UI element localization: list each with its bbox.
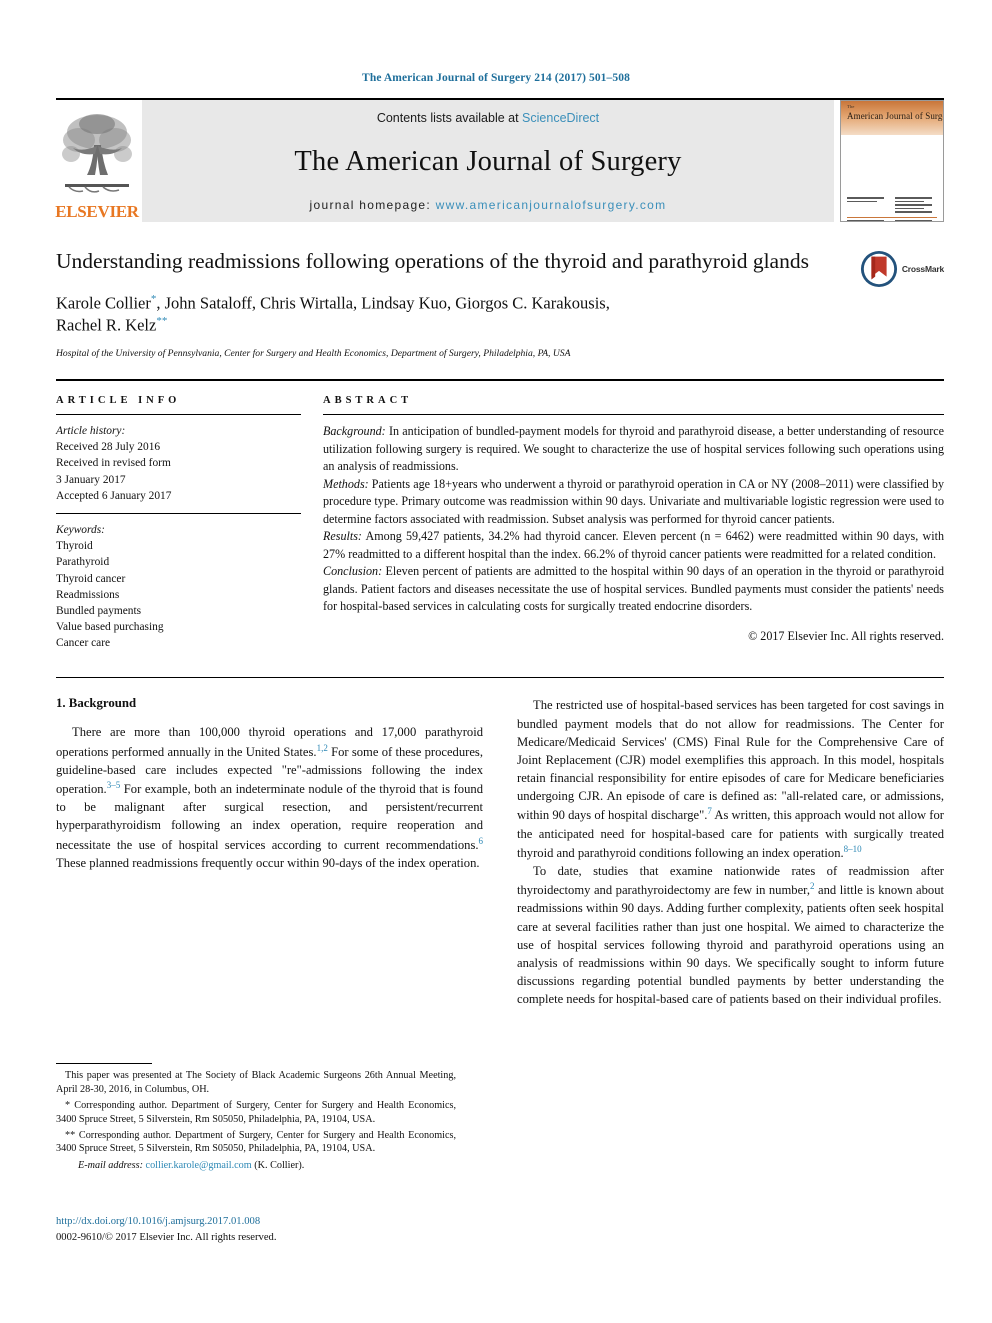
elsevier-wordmark: ELSEVIER	[55, 202, 139, 221]
cover-footer-col-right-2	[894, 219, 938, 221]
keyword-item: Value based purchasing	[56, 621, 164, 634]
journal-masthead: ELSEVIER Contents lists available at Sci…	[55, 98, 944, 222]
cover-footer-columns	[847, 197, 937, 215]
abstract-heading: ABSTRACT	[323, 395, 413, 407]
history-item: 3 January 2017	[56, 473, 126, 486]
masthead-center: Contents lists available at ScienceDirec…	[142, 100, 834, 222]
body-column-right: The restricted use of hospital-based ser…	[517, 696, 944, 1008]
abstract-divider-top	[323, 414, 944, 416]
contents-prefix: Contents lists available at	[376, 111, 523, 125]
keyword-item: Parathyroid	[56, 556, 110, 569]
section-heading-background: 1. Background	[56, 696, 137, 711]
keyword-item: Cancer care	[56, 637, 111, 650]
contents-lists-line: Contents lists available at ScienceDirec…	[377, 111, 599, 125]
body-two-columns: 1. Background There are more than 100,00…	[56, 696, 944, 1008]
author-corresponding-marker-2: **	[156, 315, 168, 328]
issn-copyright-line: 0002-9610/© 2017 Elsevier Inc. All right…	[56, 1232, 277, 1243]
cover-footer	[841, 197, 943, 221]
keyword-item: Readmissions	[56, 588, 120, 601]
cover-blank-body	[841, 135, 943, 197]
email-link[interactable]: collier.karole@gmail.com	[146, 1160, 252, 1171]
journal-title: The American Journal of Surgery	[294, 145, 682, 177]
article-info-column: ARTICLE INFO Article history: Received 2…	[56, 395, 301, 651]
doi-link[interactable]: http://dx.doi.org/10.1016/j.amjsurg.2017…	[56, 1216, 476, 1227]
history-item: Received 28 July 2016	[56, 441, 161, 454]
article-history-block: Article history: Received 28 July 2016 R…	[56, 423, 301, 504]
abstract-label-methods: Methods:	[323, 476, 369, 491]
article-history-label: Article history:	[56, 425, 126, 438]
history-item: Accepted 6 January 2017	[56, 489, 172, 502]
homepage-prefix: journal homepage:	[309, 198, 436, 212]
elsevier-tree-icon	[62, 114, 132, 193]
footnote-corresponding-1: * Corresponding author. Department of Su…	[56, 1099, 456, 1125]
abstract-column: ABSTRACT Background: In anticipation of …	[323, 395, 944, 651]
footnote-block: This paper was presented at The Society …	[56, 1063, 456, 1181]
abstract-text-conclusion: Eleven percent of patients are admitted …	[323, 564, 944, 614]
citation-ref[interactable]: 2	[810, 881, 815, 891]
abstract-section-conclusion: Conclusion: Eleven percent of patients a…	[323, 563, 944, 616]
article-info-heading: ARTICLE INFO	[56, 395, 181, 407]
keywords-label: Keywords:	[56, 523, 105, 536]
citation-ref[interactable]: 3–5	[107, 780, 121, 790]
footnote-email: E-mail address: collier.karole@gmail.com…	[56, 1160, 456, 1171]
keyword-item: Bundled payments	[56, 604, 142, 617]
cover-footer-col-left	[847, 197, 890, 215]
body-paragraph: There are more than 100,000 thyroid oper…	[56, 725, 484, 870]
cover-footer-col-left-2	[847, 219, 890, 221]
cover-footer-columns-2	[847, 219, 938, 221]
keywords-block: Keywords: Thyroid Parathyroid Thyroid ca…	[56, 522, 301, 652]
author-list: Karole Collier*, John Sataloff, Chris Wi…	[56, 292, 944, 338]
cover-footer-col-right	[894, 197, 938, 215]
article-page: The American Journal of Surgery 214 (201…	[0, 0, 992, 1323]
body-column-left: 1. Background There are more than 100,00…	[56, 696, 483, 1008]
journal-homepage-link[interactable]: www.americanjournalofsurgery.com	[436, 198, 667, 212]
cover-journal-title: American Journal of Surgery	[847, 111, 944, 121]
footnote-presentation: This paper was presented at The Society …	[56, 1070, 456, 1095]
citation-ref[interactable]: 8–10	[844, 844, 862, 854]
cover-header-band: The American Journal of Surgery	[841, 101, 943, 135]
citation-ref[interactable]: 1,2	[317, 743, 328, 753]
info-abstract-band: ARTICLE INFO Article history: Received 2…	[56, 379, 944, 651]
keyword-item: Thyroid	[56, 540, 93, 553]
sciencedirect-link[interactable]: ScienceDirect	[522, 111, 599, 125]
abstract-label-results: Results:	[323, 529, 362, 544]
crossmark-icon	[860, 250, 897, 288]
footnote-corresponding-2: ** Corresponding author. Department of S…	[56, 1129, 456, 1155]
journal-cover-thumbnail: The American Journal of Surgery	[840, 100, 944, 222]
citation-ref[interactable]: 7	[707, 806, 712, 816]
doi-block: http://dx.doi.org/10.1016/j.amjsurg.2017…	[56, 1216, 476, 1245]
author-line-1a: Karole Collier	[56, 293, 151, 313]
email-suffix: (K. Collier).	[254, 1160, 305, 1172]
abstract-label-background: Background:	[323, 424, 386, 439]
title-block: Understanding readmissions following ope…	[56, 248, 944, 359]
body-paragraph: The restricted use of hospital-based ser…	[517, 698, 944, 860]
body-top-divider	[56, 677, 944, 679]
journal-homepage-line: journal homepage: www.americanjournalofs…	[310, 198, 667, 212]
citation-ref[interactable]: 6	[479, 836, 484, 846]
info-divider-top	[56, 414, 301, 416]
abstract-text-background: In anticipation of bundled-payment model…	[323, 424, 944, 474]
abstract-text-methods: Patients age 18+years who underwent a th…	[323, 476, 944, 526]
author-affiliation: Hospital of the University of Pennsylvan…	[56, 348, 571, 360]
page-title: Understanding readmissions following ope…	[56, 249, 809, 273]
author-line-1b: , John Sataloff, Chris Wirtalla, Lindsay…	[156, 293, 610, 313]
abstract-section-results: Results: Among 59,427 patients, 34.2% ha…	[323, 528, 944, 563]
abstract-label-conclusion: Conclusion:	[323, 564, 383, 579]
abstract-copyright: © 2017 Elsevier Inc. All rights reserved…	[748, 628, 944, 643]
running-head: The American Journal of Surgery 214 (201…	[362, 72, 630, 84]
cover-the-label: The	[847, 104, 855, 109]
body-paragraph: To date, studies that examine nationwide…	[517, 863, 944, 1007]
abstract-section-background: Background: In anticipation of bundled-p…	[323, 423, 944, 476]
info-divider-keywords	[56, 512, 301, 514]
footnote-divider	[56, 1063, 152, 1064]
history-item: Received in revised form	[56, 457, 171, 470]
author-line-2a: Rachel R. Kelz	[56, 315, 157, 335]
keyword-item: Thyroid cancer	[56, 572, 126, 585]
crossmark-label: CrossMark	[901, 264, 944, 274]
crossmark-badge[interactable]: CrossMark	[860, 250, 944, 288]
elsevier-logo: ELSEVIER	[55, 100, 139, 222]
abstract-text-results: Among 59,427 patients, 34.2% had thyroid…	[323, 529, 944, 561]
abstract-section-methods: Methods: Patients age 18+years who under…	[323, 476, 944, 529]
email-label: E-mail address:	[78, 1160, 143, 1172]
